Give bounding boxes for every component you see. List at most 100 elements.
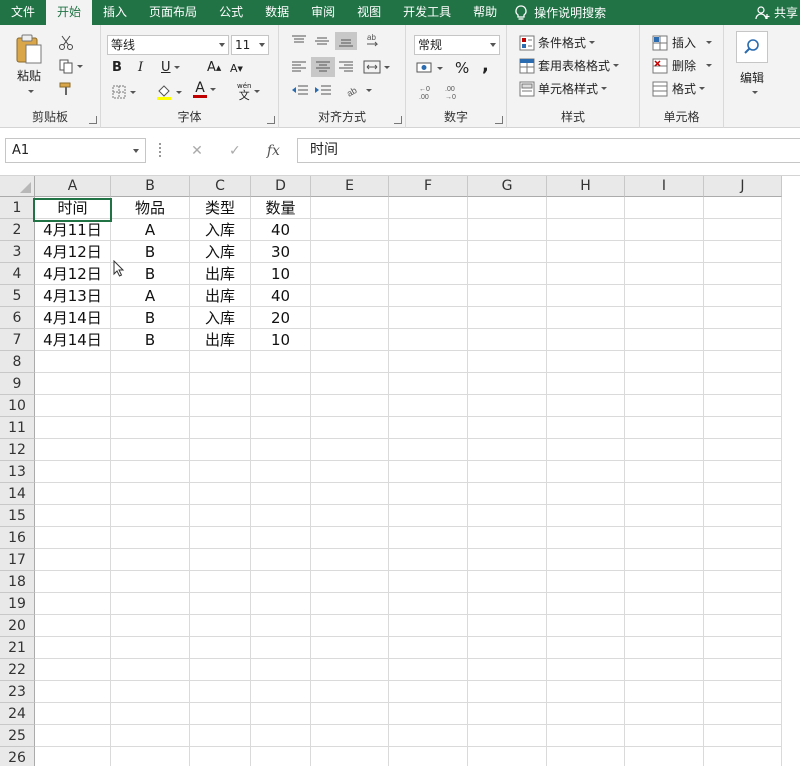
cell-b19[interactable] <box>111 593 190 615</box>
cell-a7[interactable]: 4月14日 <box>35 329 111 351</box>
fill-color-button[interactable] <box>155 83 182 101</box>
cell-i20[interactable] <box>625 615 704 637</box>
cut-button[interactable] <box>58 35 74 51</box>
share-button[interactable]: 共享 <box>755 0 798 25</box>
cell-j23[interactable] <box>704 681 782 703</box>
cell-c22[interactable] <box>190 659 251 681</box>
row-header-18[interactable]: 18 <box>0 571 35 593</box>
cell-e5[interactable] <box>311 285 389 307</box>
cell-e8[interactable] <box>311 351 389 373</box>
cell-c9[interactable] <box>190 373 251 395</box>
cell-j24[interactable] <box>704 703 782 725</box>
cell-a20[interactable] <box>35 615 111 637</box>
cell-e6[interactable] <box>311 307 389 329</box>
cell-b7[interactable]: B <box>111 329 190 351</box>
column-header-j[interactable]: J <box>704 176 782 197</box>
increase-indent-button[interactable] <box>314 83 332 99</box>
cell-j5[interactable] <box>704 285 782 307</box>
font-name-combo[interactable]: 等线 <box>107 35 229 55</box>
row-header-3[interactable]: 3 <box>0 241 35 263</box>
row-header-26[interactable]: 26 <box>0 747 35 766</box>
cell-c5[interactable]: 出库 <box>190 285 251 307</box>
cell-b2[interactable]: A <box>111 219 190 241</box>
cell-h21[interactable] <box>547 637 625 659</box>
cell-f4[interactable] <box>389 263 468 285</box>
cell-i5[interactable] <box>625 285 704 307</box>
cell-a14[interactable] <box>35 483 111 505</box>
cell-b15[interactable] <box>111 505 190 527</box>
cell-b10[interactable] <box>111 395 190 417</box>
cell-e9[interactable] <box>311 373 389 395</box>
cell-e11[interactable] <box>311 417 389 439</box>
cell-c2[interactable]: 入库 <box>190 219 251 241</box>
cell-i4[interactable] <box>625 263 704 285</box>
cell-a13[interactable] <box>35 461 111 483</box>
cell-b22[interactable] <box>111 659 190 681</box>
cell-j9[interactable] <box>704 373 782 395</box>
cell-h24[interactable] <box>547 703 625 725</box>
cell-h1[interactable] <box>547 197 625 219</box>
cell-h20[interactable] <box>547 615 625 637</box>
cell-e25[interactable] <box>311 725 389 747</box>
tab-insert[interactable]: 插入 <box>92 0 138 25</box>
cell-i14[interactable] <box>625 483 704 505</box>
row-header-4[interactable]: 4 <box>0 263 35 285</box>
font-color-button[interactable]: A <box>193 81 216 98</box>
cell-d14[interactable] <box>251 483 311 505</box>
cell-d7[interactable]: 10 <box>251 329 311 351</box>
accounting-format-button[interactable] <box>416 60 443 76</box>
grow-font-button[interactable]: A ▲ <box>207 60 221 75</box>
formula-input[interactable]: 时间 <box>297 138 800 163</box>
row-header-12[interactable]: 12 <box>0 439 35 461</box>
cell-c1[interactable]: 类型 <box>190 197 251 219</box>
cell-h12[interactable] <box>547 439 625 461</box>
cell-b13[interactable] <box>111 461 190 483</box>
cell-j20[interactable] <box>704 615 782 637</box>
cell-g11[interactable] <box>468 417 547 439</box>
cell-b25[interactable] <box>111 725 190 747</box>
cell-e21[interactable] <box>311 637 389 659</box>
row-header-13[interactable]: 13 <box>0 461 35 483</box>
shrink-font-button[interactable]: A ▼ <box>230 62 243 75</box>
cell-j18[interactable] <box>704 571 782 593</box>
cell-a15[interactable] <box>35 505 111 527</box>
cell-b16[interactable] <box>111 527 190 549</box>
tab-review[interactable]: 审阅 <box>300 0 346 25</box>
cell-b18[interactable] <box>111 571 190 593</box>
number-launcher-icon[interactable] <box>495 116 503 124</box>
cell-i7[interactable] <box>625 329 704 351</box>
cell-f3[interactable] <box>389 241 468 263</box>
cell-g14[interactable] <box>468 483 547 505</box>
cell-c8[interactable] <box>190 351 251 373</box>
cell-f10[interactable] <box>389 395 468 417</box>
paste-button[interactable]: 粘贴 <box>10 33 48 93</box>
cell-j14[interactable] <box>704 483 782 505</box>
cell-d20[interactable] <box>251 615 311 637</box>
cell-h7[interactable] <box>547 329 625 351</box>
cell-h15[interactable] <box>547 505 625 527</box>
cell-e1[interactable] <box>311 197 389 219</box>
decrease-decimal-button[interactable]: .00 →0 <box>444 83 462 101</box>
phonetic-button[interactable]: wén 文 <box>237 81 261 101</box>
cell-c14[interactable] <box>190 483 251 505</box>
cell-c15[interactable] <box>190 505 251 527</box>
cell-a12[interactable] <box>35 439 111 461</box>
cell-j19[interactable] <box>704 593 782 615</box>
select-all-button[interactable] <box>0 176 35 197</box>
row-header-10[interactable]: 10 <box>0 395 35 417</box>
cell-d26[interactable] <box>251 747 311 766</box>
cell-d21[interactable] <box>251 637 311 659</box>
column-header-h[interactable]: H <box>547 176 625 197</box>
cell-g7[interactable] <box>468 329 547 351</box>
cell-h13[interactable] <box>547 461 625 483</box>
cell-a5[interactable]: 4月13日 <box>35 285 111 307</box>
cell-g2[interactable] <box>468 219 547 241</box>
cell-b6[interactable]: B <box>111 307 190 329</box>
cell-a10[interactable] <box>35 395 111 417</box>
decrease-indent-button[interactable] <box>291 83 309 99</box>
cell-f14[interactable] <box>389 483 468 505</box>
cell-g22[interactable] <box>468 659 547 681</box>
cell-f20[interactable] <box>389 615 468 637</box>
column-header-d[interactable]: D <box>251 176 311 197</box>
cell-h5[interactable] <box>547 285 625 307</box>
